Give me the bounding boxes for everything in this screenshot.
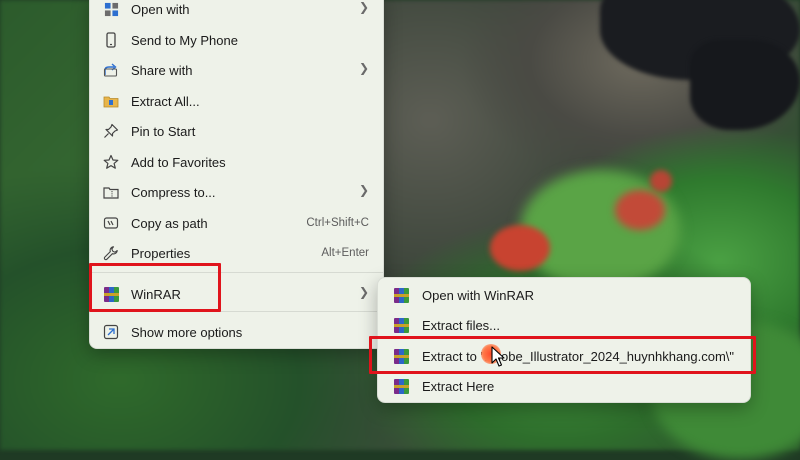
- menu-item-label: Open with: [131, 2, 190, 17]
- wallpaper-detail: [615, 190, 665, 230]
- menu-item-label: Pin to Start: [131, 124, 196, 139]
- menu-item-label: Extract All...: [131, 94, 200, 109]
- chevron-right-icon: ❯: [358, 61, 369, 75]
- menu-item-show-more-options[interactable]: Show more options: [94, 318, 379, 346]
- menu-item-label: Send to My Phone: [131, 33, 238, 48]
- menu-item-pin-to-start[interactable]: Pin to Start: [94, 117, 379, 145]
- menu-item-open-with[interactable]: Open with ❯: [94, 0, 379, 23]
- menu-item-label: Add to Favorites: [131, 155, 226, 170]
- shortcut-text: Ctrl+Shift+C: [306, 217, 369, 229]
- menu-item-add-to-favorites[interactable]: Add to Favorites: [94, 148, 379, 176]
- more-options-icon: [103, 324, 119, 340]
- wallpaper-detail: [650, 170, 672, 192]
- menu-item-compress-to[interactable]: Compress to... ❯: [94, 178, 379, 206]
- compress-icon: [103, 184, 119, 200]
- chevron-right-icon: ❯: [358, 183, 369, 197]
- copy-path-icon: [103, 215, 119, 231]
- submenu-item-open-with-winrar[interactable]: Open with WinRAR: [382, 281, 746, 309]
- menu-item-label: Extract Here: [422, 379, 495, 394]
- menu-item-share-with[interactable]: Share with ❯: [94, 56, 379, 84]
- pin-icon: [103, 123, 119, 139]
- wallpaper-detail: [490, 225, 550, 271]
- highlight-box-extract-to: [369, 336, 756, 374]
- winrar-icon: [393, 287, 409, 303]
- star-icon: [103, 154, 119, 170]
- menu-item-label: Copy as path: [131, 216, 208, 231]
- menu-item-label: Compress to...: [131, 185, 216, 200]
- menu-item-label: Extract files...: [422, 318, 501, 333]
- menu-item-send-to-phone[interactable]: Send to My Phone: [94, 26, 379, 54]
- menu-item-copy-as-path[interactable]: Copy as path Ctrl+Shift+C: [94, 209, 379, 237]
- menu-item-extract-all[interactable]: Extract All...: [94, 87, 379, 115]
- mouse-cursor-icon: [491, 346, 505, 367]
- share-icon: [103, 62, 119, 78]
- chevron-right-icon: ❯: [358, 0, 369, 14]
- menu-item-label: Properties: [131, 246, 191, 261]
- highlight-box-winrar: [89, 263, 221, 312]
- extract-all-icon: [103, 93, 119, 109]
- chevron-right-icon: ❯: [358, 285, 369, 299]
- winrar-icon: [393, 317, 409, 333]
- menu-item-label: Open with WinRAR: [422, 288, 534, 303]
- menu-item-label: Share with: [131, 63, 193, 78]
- winrar-icon: [393, 378, 409, 394]
- shortcut-text: Alt+Enter: [321, 247, 369, 259]
- submenu-item-extract-files[interactable]: Extract files...: [382, 311, 746, 339]
- submenu-item-extract-here[interactable]: Extract Here: [382, 372, 746, 400]
- open-with-icon: [103, 1, 119, 17]
- wrench-icon: [103, 245, 119, 261]
- phone-icon: [103, 32, 119, 48]
- menu-item-label: Show more options: [131, 325, 243, 340]
